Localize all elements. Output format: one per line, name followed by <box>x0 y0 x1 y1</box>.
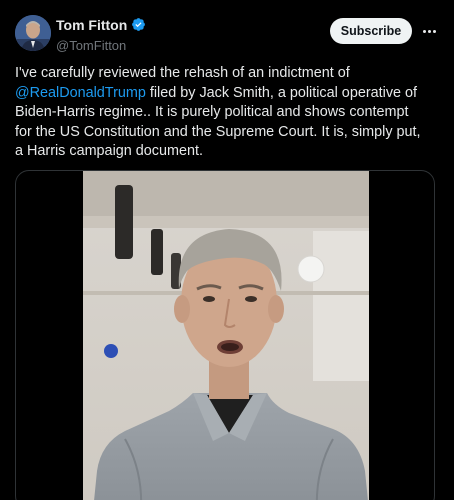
video-media-card[interactable] <box>15 170 435 500</box>
tweet-text-line-5: a Harris campaign document. <box>15 143 203 159</box>
video-player[interactable] <box>83 171 369 500</box>
avatar[interactable] <box>15 15 51 51</box>
tweet-text: I've carefully reviewed the rehash of an… <box>15 64 440 162</box>
tweet-text-line-1: I've carefully reviewed the rehash of an… <box>15 65 350 81</box>
tweet-text-line-4: for the US Constitution and the Supreme … <box>15 123 421 140</box>
mention-link[interactable]: @RealDonaldTrump <box>15 85 146 101</box>
tweet-text-line-2: filed by Jack Smith, a political operati… <box>145 84 418 101</box>
subscribe-button[interactable]: Subscribe <box>330 18 412 44</box>
tweet-header: Tom Fitton @TomFitton Subscribe <box>0 0 454 62</box>
avatar-image <box>15 15 51 51</box>
video-thumbnail <box>83 171 369 500</box>
more-horizontal-icon <box>422 29 436 33</box>
author-handle[interactable]: @TomFitton <box>56 39 146 52</box>
tweet-text-line-3: Biden-Harris regime.. It is purely polit… <box>15 104 409 120</box>
verified-badge-icon <box>132 18 146 31</box>
author-block: Tom Fitton @TomFitton <box>56 17 146 52</box>
more-options-button[interactable] <box>418 20 440 42</box>
author-display-name[interactable]: Tom Fitton <box>56 18 127 32</box>
author-display-name-row[interactable]: Tom Fitton <box>56 17 146 32</box>
